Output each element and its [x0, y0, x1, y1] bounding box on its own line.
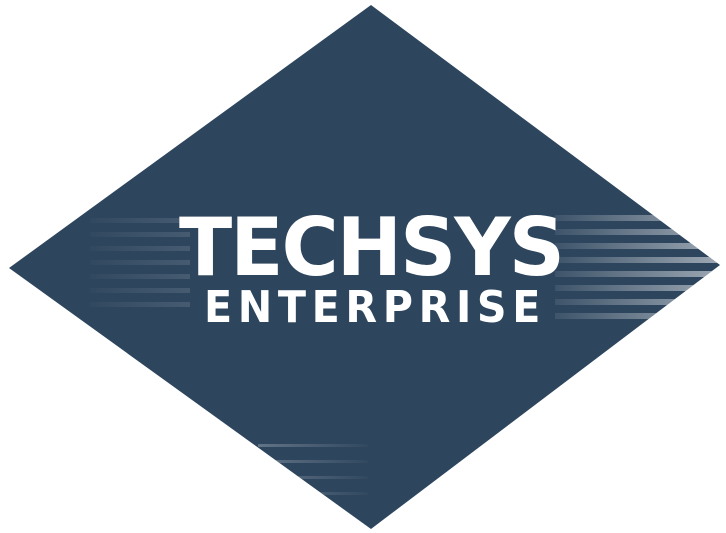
logo-subtitle: ENTERPRISE: [204, 282, 546, 333]
logo-canvas: TECHSYS ENTERPRISE: [0, 0, 726, 533]
logo-title: TECHSYS: [179, 201, 563, 294]
techsys-enterprise-logo: TECHSYS ENTERPRISE: [9, 5, 720, 529]
